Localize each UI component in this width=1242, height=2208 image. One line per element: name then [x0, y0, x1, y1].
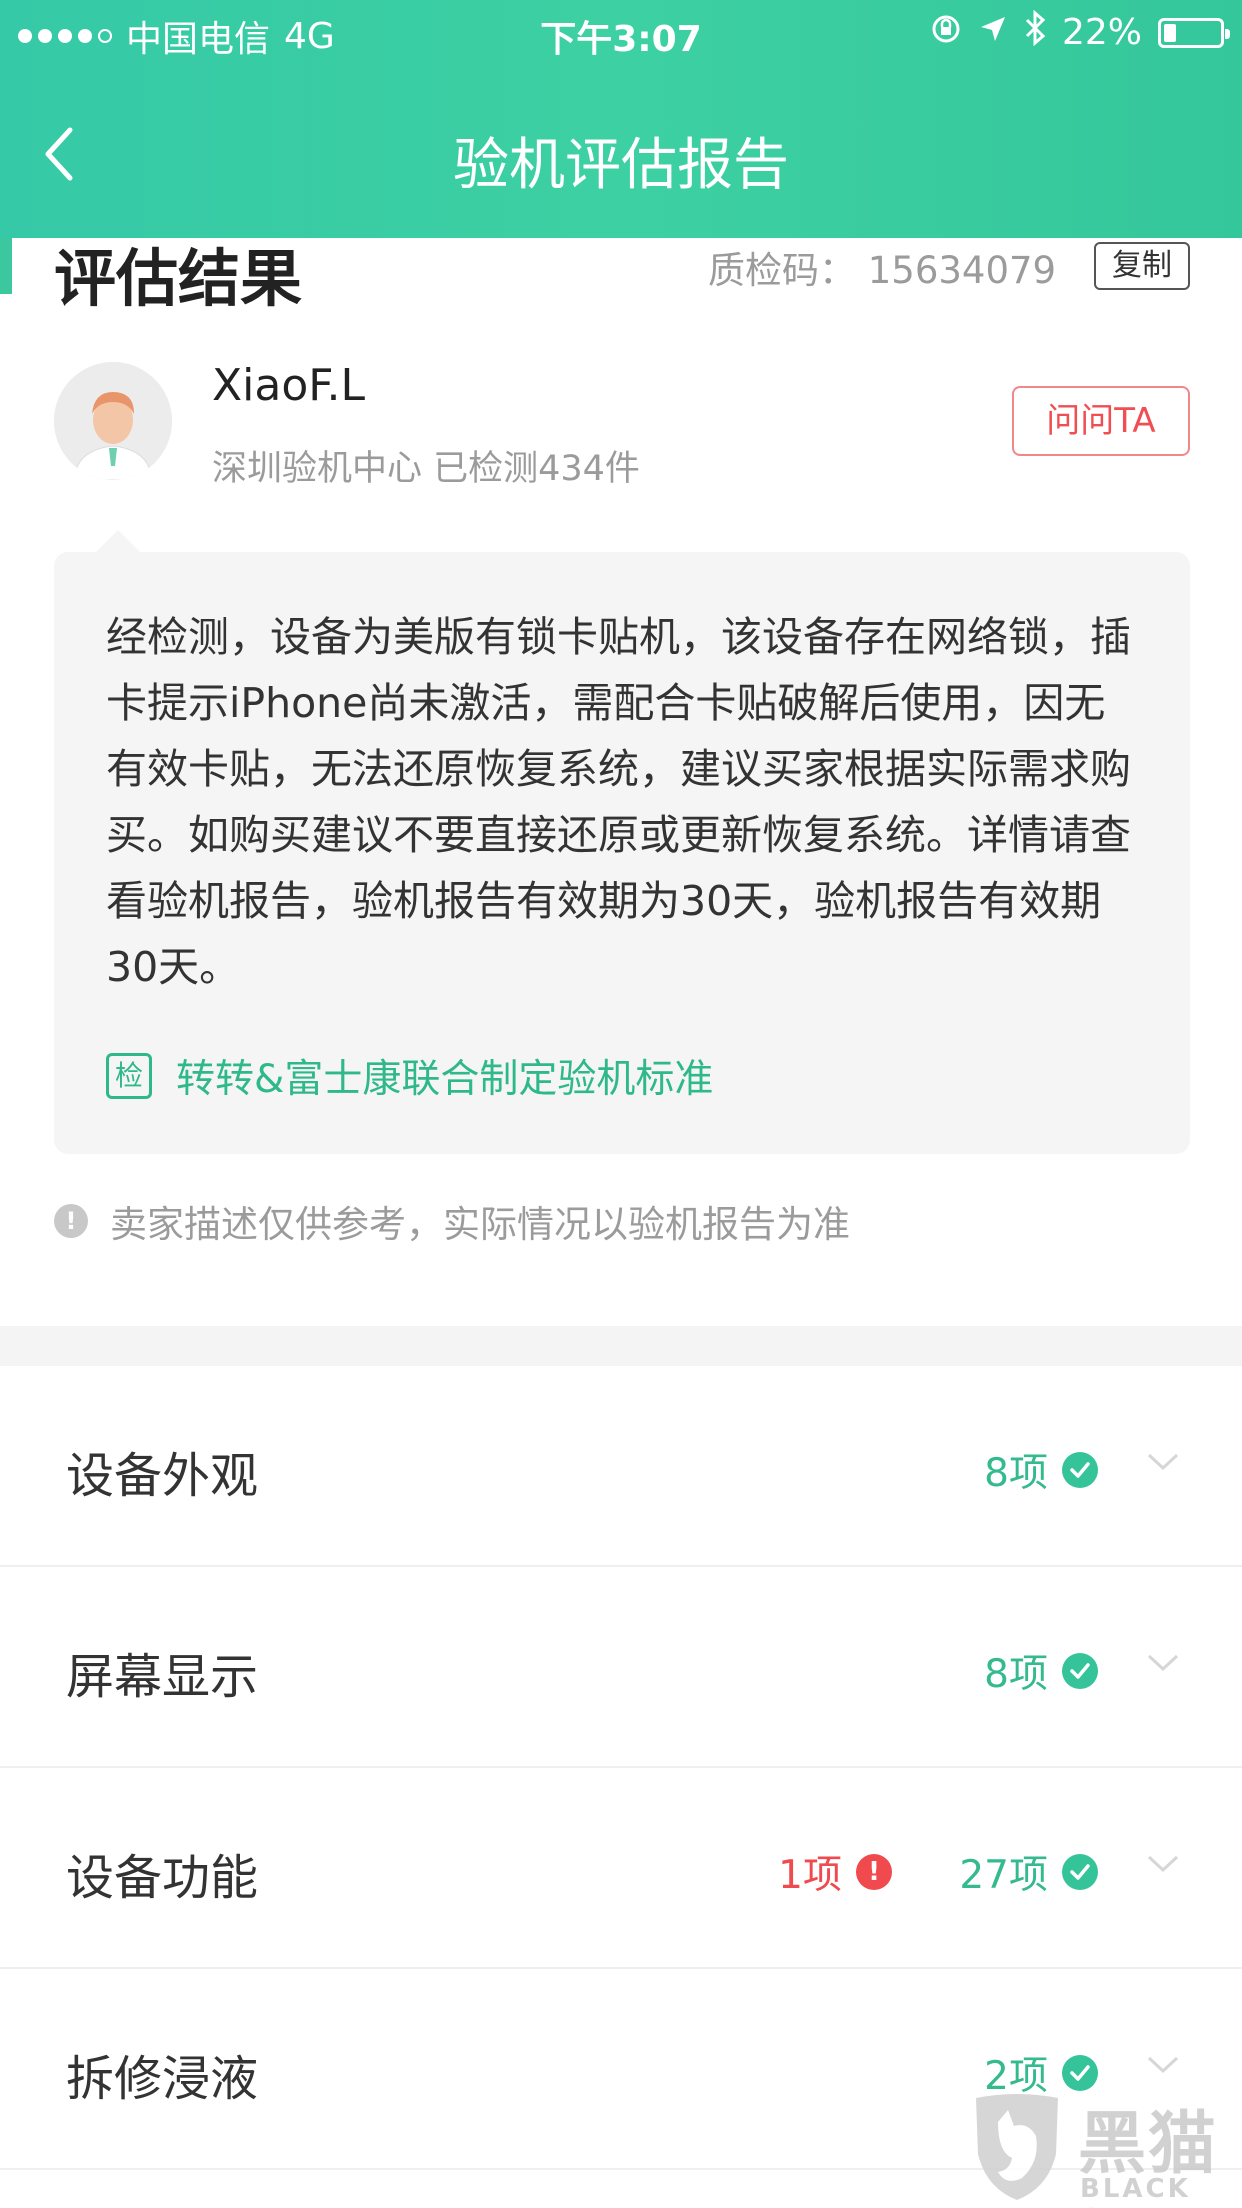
warning-icon: ! — [856, 1854, 892, 1890]
category-name: 屏幕显示 — [66, 1649, 259, 1705]
battery-icon — [1158, 17, 1230, 48]
fail-indicator: 1项 ! — [778, 1844, 892, 1900]
pass-count: 27项 — [959, 1853, 1048, 1898]
qc-code: 质检码： 15634079 — [708, 240, 1056, 294]
pass-count: 8项 — [984, 1451, 1048, 1496]
qc-code-label: 质检码： — [708, 249, 856, 292]
inspector-name: XiaoF.L — [212, 360, 365, 411]
check-icon — [1062, 2055, 1098, 2091]
category-name: 设备功能 — [66, 1850, 259, 1906]
check-icon — [1062, 1854, 1098, 1890]
chevron-down-icon[interactable] — [1146, 1653, 1180, 1673]
watermark-cn: 黑猫 — [1078, 2105, 1219, 2184]
chevron-down-icon[interactable] — [1146, 1452, 1180, 1472]
battery-percent: 22% — [1061, 12, 1142, 53]
inspector-avatar-icon — [54, 362, 172, 480]
avatar — [54, 362, 172, 480]
pass-count: 8项 — [984, 1652, 1048, 1697]
result-title: 评估结果 — [54, 242, 303, 315]
location-icon — [978, 12, 1008, 53]
page-title: 验机评估报告 — [453, 133, 789, 198]
category-row-screen[interactable]: 屏幕显示 8项 — [0, 1567, 1242, 1768]
section-accent-bar — [0, 238, 12, 294]
category-list: 设备外观 8项 屏幕显示 8项 设备功能 1项 ! 27项 拆修浸液 2项 — [0, 1366, 1242, 2170]
nav-bar: 验机评估报告 — [0, 62, 1242, 238]
category-row-function[interactable]: 设备功能 1项 ! 27项 — [0, 1768, 1242, 1969]
check-icon — [1062, 1653, 1098, 1689]
section-divider — [0, 1326, 1242, 1366]
pass-indicator: 27项 — [959, 1844, 1098, 1900]
pass-indicator: 8项 — [984, 1442, 1098, 1498]
inspection-standard-link[interactable]: 检 转转&富士康联合制定验机标准 — [106, 1048, 713, 1104]
bluetooth-icon — [1024, 9, 1046, 55]
note-text: 经检测，设备为美版有锁卡贴机，该设备存在网络锁，插卡提示iPhone尚未激活，需… — [106, 613, 1131, 991]
check-icon — [1062, 1452, 1098, 1488]
fail-count: 1项 — [778, 1853, 842, 1898]
disclaimer-text: 卖家描述仅供参考，实际情况以验机报告为准 — [110, 1203, 850, 1246]
standard-text: 转转&富士康联合制定验机标准 — [176, 1057, 714, 1102]
black-cat-shield-icon — [976, 2094, 1058, 2200]
inspector-meta: 深圳验机中心 已检测434件 — [212, 449, 640, 489]
qc-code-value: 15634079 — [867, 249, 1057, 292]
orientation-lock-icon — [930, 13, 962, 53]
category-row-appearance[interactable]: 设备外观 8项 — [0, 1366, 1242, 1567]
disclaimer: ! 卖家描述仅供参考，实际情况以验机报告为准 — [54, 1194, 850, 1248]
copy-button[interactable]: 复制 — [1094, 242, 1190, 290]
chevron-down-icon[interactable] — [1146, 2055, 1180, 2075]
header: 中国电信 4G 下午3:07 22% 验机评估报告 — [0, 0, 1242, 238]
ask-inspector-button[interactable]: 问问TA — [1012, 386, 1190, 456]
category-name: 拆修浸液 — [66, 2051, 259, 2107]
standard-badge-icon: 检 — [106, 1053, 152, 1099]
status-right: 22% — [930, 9, 1230, 55]
info-icon: ! — [54, 1204, 88, 1238]
battery-level — [1164, 23, 1176, 42]
category-name: 设备外观 — [66, 1448, 259, 1504]
chevron-down-icon[interactable] — [1146, 1854, 1180, 1874]
status-bar: 中国电信 4G 下午3:07 22% — [0, 0, 1242, 62]
note-pointer — [96, 530, 140, 552]
watermark-en: BLACK CAT — [1080, 2174, 1191, 2208]
inspection-note: 经检测，设备为美版有锁卡贴机，该设备存在网络锁，插卡提示iPhone尚未激活，需… — [54, 552, 1190, 1154]
watermark-logo: 黑猫 BLACK CAT — [968, 2088, 1242, 2208]
pass-indicator: 8项 — [984, 1643, 1098, 1699]
